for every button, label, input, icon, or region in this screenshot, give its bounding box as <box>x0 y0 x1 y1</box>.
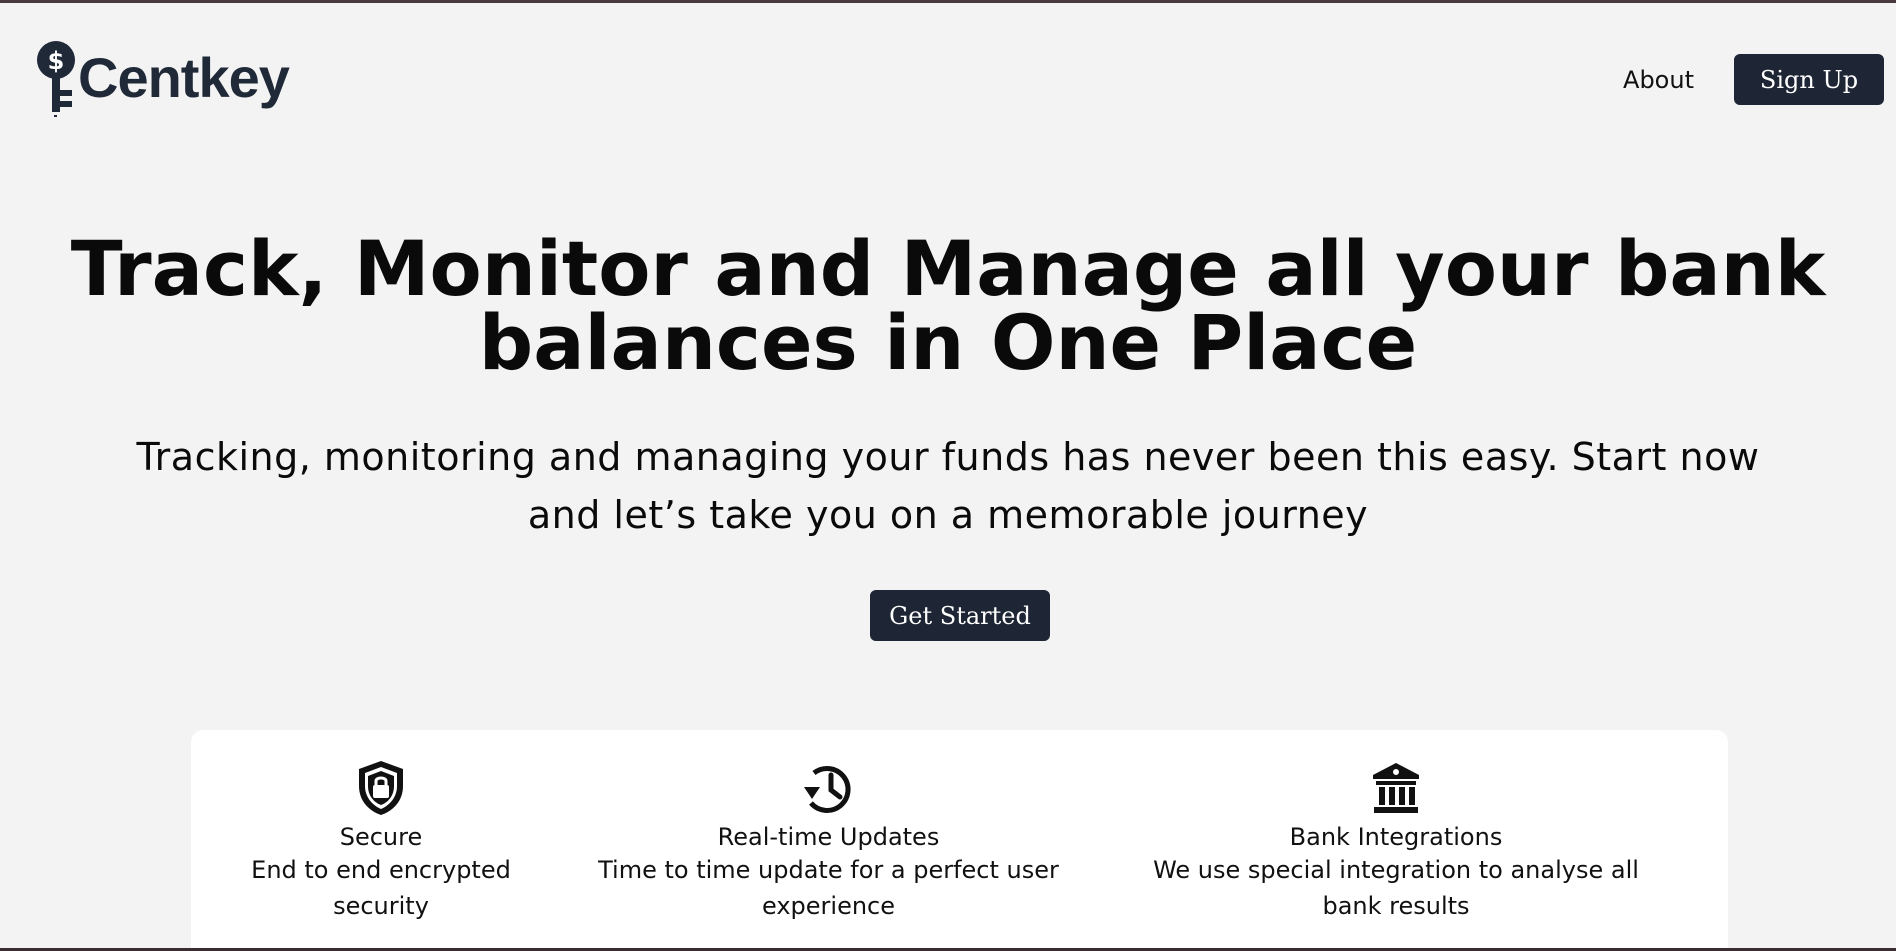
dollar-key-icon: $ <box>36 38 80 118</box>
hero-title-line-2: balances in One Place <box>478 298 1418 387</box>
top-border <box>0 0 1896 3</box>
feature-bank-integrations: Bank Integrations We use special integra… <box>1126 758 1666 924</box>
landing-page: $ Centkey About Sign Up Track, Monitor a… <box>0 0 1896 951</box>
hero-title: Track, Monitor and Manage all your bank … <box>0 224 1896 387</box>
feature-description: Time to time update for a perfect user e… <box>598 856 1059 920</box>
feature-title: Bank Integrations <box>1289 823 1503 851</box>
feature-title: Real-time Updates <box>717 823 940 851</box>
bank-icon <box>1126 758 1666 818</box>
signup-button[interactable]: Sign Up <box>1734 54 1884 105</box>
hero-title-line-1: Track, Monitor and Manage all your bank <box>70 224 1826 313</box>
svg-text:$: $ <box>48 47 65 75</box>
top-nav: About Sign Up <box>1623 54 1884 105</box>
feature-description: We use special integration to analyse al… <box>1153 856 1639 920</box>
brand-name: Centkey <box>78 46 290 109</box>
shield-lock-icon <box>231 758 531 818</box>
nav-about-link[interactable]: About <box>1623 66 1694 94</box>
brand-logo[interactable]: $ Centkey <box>36 38 290 118</box>
feature-title: Secure <box>339 823 423 851</box>
get-started-button[interactable]: Get Started <box>870 590 1050 641</box>
feature-description: End to end encrypted security <box>251 856 511 920</box>
features-card: Secure End to end encrypted security Rea… <box>191 730 1728 951</box>
hero-subtitle: Tracking, monitoring and managing your f… <box>136 435 1760 537</box>
feature-realtime-updates: Real-time Updates Time to time update fo… <box>591 758 1066 924</box>
feature-secure: Secure End to end encrypted security <box>231 758 531 924</box>
history-clock-icon <box>591 758 1066 818</box>
